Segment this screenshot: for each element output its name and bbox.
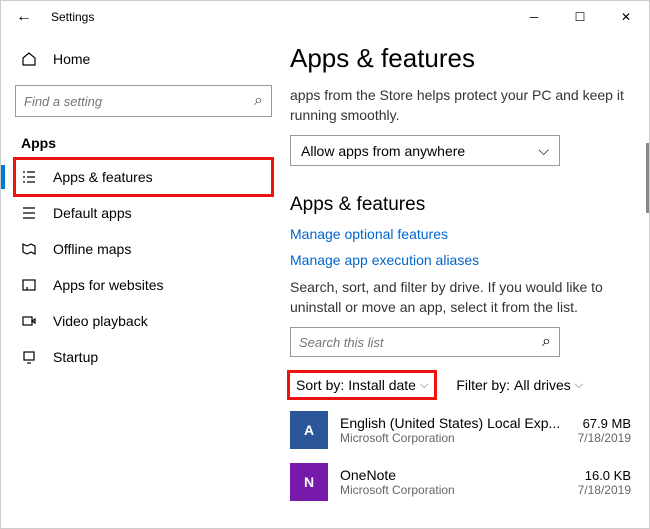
nav-startup[interactable]: Startup (15, 339, 272, 375)
back-button[interactable]: ← (1, 8, 47, 26)
home-label: Home (53, 51, 90, 67)
nav-apps-websites[interactable]: Apps for websites (15, 267, 272, 303)
defaults-icon (21, 205, 37, 221)
chevron-down-icon: ⌵ (420, 379, 428, 392)
app-name: English (United States) Local Exp... (340, 415, 566, 431)
sidebar-section: Apps (21, 135, 272, 151)
app-list-item[interactable]: A English (United States) Local Exp... M… (290, 411, 631, 449)
source-description: apps from the Store helps protect your P… (290, 86, 631, 125)
maximize-button[interactable]: ☐ (557, 1, 603, 33)
chevron-down-icon: ⌵ (538, 142, 549, 159)
sort-label: Sort by: (296, 377, 344, 393)
minimize-button[interactable]: ─ (511, 1, 557, 33)
nav-label: Video playback (53, 313, 148, 329)
section-title: Apps & features (290, 194, 631, 216)
app-name: OneNote (340, 467, 566, 483)
app-source-dropdown[interactable]: Allow apps from anywhere ⌵ (290, 135, 560, 166)
video-icon (21, 313, 37, 329)
nav-label: Offline maps (53, 241, 131, 257)
app-date: 7/18/2019 (578, 431, 631, 445)
find-setting-search[interactable]: ⌕ (15, 85, 272, 117)
app-publisher: Microsoft Corporation (340, 483, 566, 497)
sort-by-control[interactable]: Sort by: Install date ⌵ (290, 373, 434, 397)
filter-by-control[interactable]: Filter by: All drives ⌵ (456, 377, 583, 393)
nav-label: Apps for websites (53, 277, 164, 293)
nav-offline-maps[interactable]: Offline maps (15, 231, 272, 267)
list-description: Search, sort, and filter by drive. If yo… (290, 278, 631, 317)
nav-default-apps[interactable]: Default apps (15, 195, 272, 231)
app-icon: N (290, 463, 328, 501)
app-date: 7/18/2019 (578, 483, 631, 497)
page-title: Apps & features (290, 43, 631, 74)
list-icon (21, 169, 37, 185)
nav-label: Startup (53, 349, 98, 365)
filter-label: Filter by: (456, 377, 510, 393)
search-list-box[interactable]: ⌕ (290, 327, 560, 357)
nav-label: Apps & features (53, 169, 153, 185)
app-size: 67.9 MB (578, 416, 631, 431)
map-icon (21, 241, 37, 257)
dropdown-value: Allow apps from anywhere (301, 143, 465, 159)
search-icon: ⌕ (254, 92, 263, 110)
nav-apps-features[interactable]: Apps & features (15, 159, 272, 195)
app-size: 16.0 KB (578, 468, 631, 483)
link-execution-aliases[interactable]: Manage app execution aliases (290, 252, 631, 268)
window-title: Settings (47, 10, 511, 24)
search-list-input[interactable] (299, 335, 542, 350)
startup-icon (21, 349, 37, 365)
app-publisher: Microsoft Corporation (340, 431, 566, 445)
nav-label: Default apps (53, 205, 132, 221)
link-optional-features[interactable]: Manage optional features (290, 226, 631, 242)
search-icon: ⌕ (542, 333, 551, 351)
chevron-down-icon: ⌵ (575, 379, 583, 392)
app-list-item[interactable]: N OneNote Microsoft Corporation 16.0 KB … (290, 463, 631, 501)
app-icon: A (290, 411, 328, 449)
website-icon (21, 277, 37, 293)
filter-value: All drives (514, 377, 571, 393)
scrollbar[interactable] (646, 143, 649, 213)
nav-video-playback[interactable]: Video playback (15, 303, 272, 339)
find-setting-input[interactable] (24, 94, 254, 109)
close-button[interactable]: ✕ (603, 1, 649, 33)
home-icon (21, 51, 37, 67)
sort-value: Install date (348, 377, 416, 393)
home-nav[interactable]: Home (15, 43, 272, 75)
